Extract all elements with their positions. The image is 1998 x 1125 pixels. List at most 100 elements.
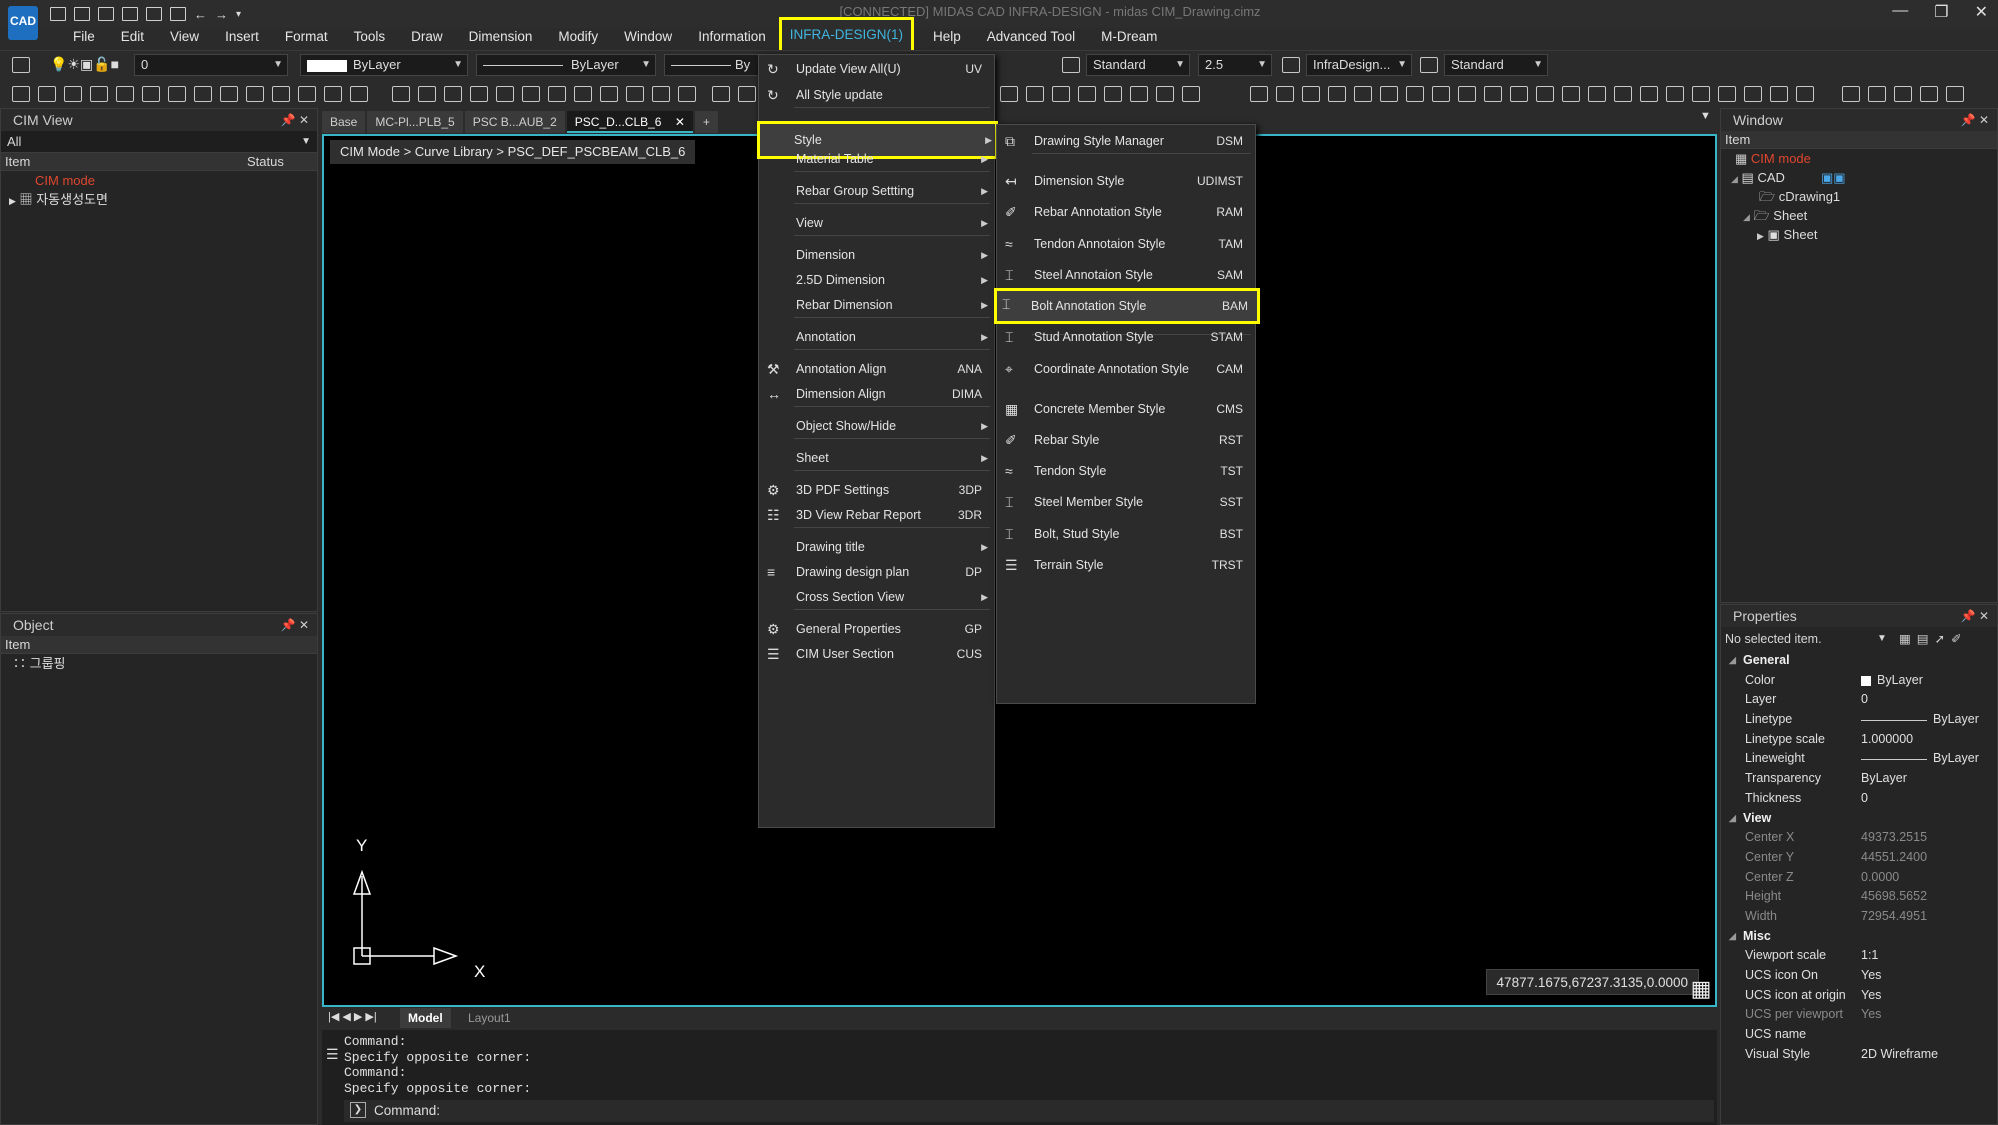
doc-tab[interactable]: MC-Pl...PLB_5 — [367, 111, 463, 133]
menu-item-3d-pdf-settings[interactable]: ⚙ 3D PDF Settings 3DP — [759, 476, 994, 504]
minimize-icon[interactable]: — — [1892, 2, 1908, 22]
tool-18-icon[interactable] — [470, 86, 488, 102]
property-row[interactable]: Height 45698.5652 — [1721, 887, 1997, 907]
open-file-icon[interactable] — [74, 7, 90, 21]
tool-44-icon[interactable] — [1432, 86, 1450, 102]
pin-icon[interactable]: 📌 — [1961, 609, 1976, 623]
dimension-style-combo[interactable]: InfraDesign... ▼ — [1306, 54, 1412, 76]
property-row[interactable]: Center Z 0.0000 — [1721, 868, 1997, 888]
new-file-icon[interactable] — [50, 7, 66, 21]
menu-item-2-5d-dimension[interactable]: 2.5D Dimension ▶ — [759, 266, 994, 294]
menu-item-cross-section-view[interactable]: Cross Section View ▶ — [759, 583, 994, 611]
tool-36-icon[interactable] — [1182, 86, 1200, 102]
menu-tools[interactable]: Tools — [341, 26, 399, 48]
doc-tab[interactable]: Base — [322, 111, 366, 133]
window-drawing-item[interactable]: 🗁 cDrawing1 — [1721, 187, 1997, 206]
tool-63-icon[interactable] — [1946, 86, 1964, 102]
menu-item-rebar-style[interactable]: ✐ Rebar Style RST — [997, 424, 1255, 456]
tool-10-icon[interactable] — [246, 86, 264, 102]
menu-item-dimension-style[interactable]: ↤ Dimension Style UDIMST — [997, 165, 1255, 197]
menu-item-drawing-title[interactable]: Drawing title ▶ — [759, 533, 994, 561]
tool-9-icon[interactable] — [220, 86, 238, 102]
plot-icon[interactable] — [170, 7, 186, 21]
menu-item-annotation[interactable]: Annotation ▶ — [759, 323, 994, 351]
menu-item-bolt-stud-style[interactable]: ⌶ Bolt, Stud Style BST — [997, 518, 1255, 550]
menu-item-concrete-member-style[interactable]: ▦ Concrete Member Style CMS — [997, 393, 1255, 425]
menu-modify[interactable]: Modify — [545, 26, 611, 48]
tool-45-icon[interactable] — [1458, 86, 1476, 102]
menu-item-steel-member-style[interactable]: ⌶ Steel Member Style SST — [997, 486, 1255, 518]
window-sheet-folder[interactable]: ◢ 🗁 Sheet — [1721, 206, 1997, 225]
menu-item-object-show-hide[interactable]: Object Show/Hide ▶ — [759, 412, 994, 440]
tool-21-icon[interactable] — [548, 86, 566, 102]
close-tab-icon[interactable]: ✕ — [671, 115, 685, 129]
tool-22-icon[interactable] — [574, 86, 592, 102]
tool-52-icon[interactable] — [1640, 86, 1658, 102]
tool-5-icon[interactable] — [116, 86, 134, 102]
tool-57-icon[interactable] — [1770, 86, 1788, 102]
tool-54-icon[interactable] — [1692, 86, 1710, 102]
text-style-combo[interactable]: Standard ▼ — [1086, 54, 1190, 76]
property-row[interactable]: Viewport scale 1:1 — [1721, 946, 1997, 966]
pin-icon[interactable]: 📌 — [1961, 113, 1976, 127]
tool-30-icon[interactable] — [1026, 86, 1044, 102]
property-row[interactable]: UCS per viewport Yes — [1721, 1005, 1997, 1025]
doc-tab[interactable]: PSC B...AUB_2 — [464, 111, 565, 133]
menu-item-all-style-update[interactable]: ↻ All Style update — [759, 81, 994, 109]
tab-layout1[interactable]: Layout1 — [460, 1008, 519, 1028]
tool-8-icon[interactable] — [194, 86, 212, 102]
tool-38-icon[interactable] — [1276, 86, 1294, 102]
tool-62-icon[interactable] — [1920, 86, 1938, 102]
menu-advanced-tool[interactable]: Advanced Tool — [974, 26, 1088, 48]
menu-item-update-view-all-u[interactable]: ↻ Update View All(U) UV — [759, 55, 994, 83]
close-icon[interactable]: ✕ — [299, 618, 309, 632]
tool-34-icon[interactable] — [1130, 86, 1148, 102]
collapse-arrow-icon[interactable]: ◢ — [1729, 927, 1736, 947]
property-row[interactable]: Linetype ByLayer — [1721, 710, 1997, 730]
viewport-dropdown-icon[interactable]: ▼ — [1700, 110, 1711, 122]
tool-27-icon[interactable] — [712, 86, 730, 102]
tool-14-icon[interactable] — [350, 86, 368, 102]
property-row[interactable]: Lineweight ByLayer — [1721, 749, 1997, 769]
menu-view[interactable]: View — [157, 26, 212, 48]
tool-32-icon[interactable] — [1078, 86, 1096, 102]
menu-item-rebar-dimension[interactable]: Rebar Dimension ▶ — [759, 291, 994, 319]
restore-icon[interactable]: ❐ — [1934, 2, 1948, 22]
menu-item-steel-annotaion-style[interactable]: ⌶ Steel Annotaion Style SAM — [997, 259, 1255, 291]
property-row[interactable]: UCS icon at origin Yes — [1721, 986, 1997, 1006]
tool-1-icon[interactable] — [12, 86, 30, 102]
property-row[interactable]: UCS name — [1721, 1025, 1997, 1045]
menu-information[interactable]: Information — [685, 26, 779, 48]
tool-2-icon[interactable] — [38, 86, 56, 102]
text-height-combo[interactable]: 2.5 ▼ — [1198, 54, 1272, 76]
tool-41-icon[interactable] — [1354, 86, 1372, 102]
menu-item-cim-user-section[interactable]: ☰ CIM User Section CUS — [759, 640, 994, 668]
collapse-arrow-icon[interactable]: ◢ — [1743, 212, 1750, 222]
menu-item-dimension-align[interactable]: ↔ Dimension Align DIMA — [759, 380, 994, 408]
redo-icon[interactable]: → — [215, 7, 228, 22]
cim-filter-dropdown[interactable]: All ▼ — [1, 131, 317, 153]
layer-manager-icon[interactable] — [12, 57, 30, 73]
menu-item-general-properties[interactable]: ⚙ General Properties GP — [759, 615, 994, 643]
selection-combo[interactable]: No selected item. ▼ ▦▤➚✐ — [1721, 627, 1997, 651]
property-row[interactable]: Center Y 44551.2400 — [1721, 848, 1997, 868]
tool-53-icon[interactable] — [1666, 86, 1684, 102]
tool-58-icon[interactable] — [1796, 86, 1814, 102]
property-row[interactable]: Layer 0 — [1721, 690, 1997, 710]
menu-item-stud-annotation-style[interactable]: ⌶ Stud Annotation Style STAM — [997, 321, 1255, 353]
add-tab-icon[interactable]: + — [694, 111, 718, 133]
layout-nav-icons[interactable]: |◀ ◀ ▶ ▶| — [328, 1010, 377, 1023]
tool-59-icon[interactable] — [1842, 86, 1860, 102]
tool-12-icon[interactable] — [298, 86, 316, 102]
window-sheet-item[interactable]: ▶ ▣ Sheet — [1721, 225, 1997, 244]
close-icon[interactable]: ✕ — [1975, 2, 1988, 22]
tool-37-icon[interactable] — [1250, 86, 1268, 102]
menu-item-view[interactable]: View ▶ — [759, 209, 994, 237]
menu-draw[interactable]: Draw — [398, 26, 456, 48]
expand-arrow-icon[interactable]: ▶ — [9, 196, 16, 206]
tool-43-icon[interactable] — [1406, 86, 1424, 102]
collapse-arrow-icon[interactable]: ◢ — [1729, 809, 1736, 829]
tool-46-icon[interactable] — [1484, 86, 1502, 102]
tool-31-icon[interactable] — [1052, 86, 1070, 102]
tool-55-icon[interactable] — [1718, 86, 1736, 102]
